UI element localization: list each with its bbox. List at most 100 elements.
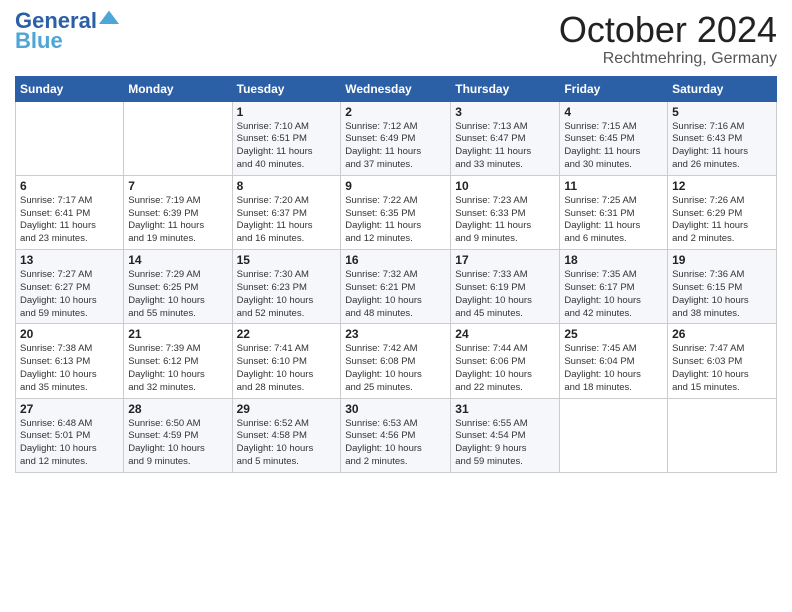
day-info: Sunrise: 7:35 AM Sunset: 6:17 PM Dayligh… (564, 269, 663, 320)
day-number: 17 (455, 253, 555, 267)
day-info: Sunrise: 7:17 AM Sunset: 6:41 PM Dayligh… (20, 195, 119, 246)
day-info: Sunrise: 7:39 AM Sunset: 6:12 PM Dayligh… (128, 343, 227, 394)
day-number: 23 (345, 327, 446, 341)
day-cell (16, 101, 124, 175)
col-monday: Monday (124, 76, 232, 101)
calendar-table: Sunday Monday Tuesday Wednesday Thursday… (15, 76, 777, 473)
day-info: Sunrise: 7:47 AM Sunset: 6:03 PM Dayligh… (672, 343, 772, 394)
day-cell: 12 Sunrise: 7:26 AM Sunset: 6:29 PM Dayli… (668, 175, 777, 249)
day-info: Sunrise: 7:12 AM Sunset: 6:49 PM Dayligh… (345, 121, 446, 172)
title-area: October 2024 Rechtmehring, Germany (559, 10, 777, 68)
day-cell: 1 Sunrise: 7:10 AM Sunset: 6:51 PM Daylig… (232, 101, 341, 175)
day-info: Sunrise: 7:36 AM Sunset: 6:15 PM Dayligh… (672, 269, 772, 320)
day-cell: 8Sunrise: 7:20 AM Sunset: 6:37 PM Daylig… (232, 175, 341, 249)
day-cell: 11 Sunrise: 7:25 AM Sunset: 6:31 PM Dayli… (560, 175, 668, 249)
day-info: Sunrise: 6:50 AM Sunset: 4:59 PM Dayligh… (128, 418, 227, 469)
col-saturday: Saturday (668, 76, 777, 101)
day-number: 16 (345, 253, 446, 267)
day-cell: 29 Sunrise: 6:52 AM Sunset: 4:58 PM Dayli… (232, 398, 341, 472)
col-thursday: Thursday (451, 76, 560, 101)
day-cell: 15Sunrise: 7:30 AM Sunset: 6:23 PM Dayli… (232, 250, 341, 324)
day-info: Sunrise: 6:48 AM Sunset: 5:01 PM Dayligh… (20, 418, 119, 469)
week-row-4: 20Sunrise: 7:38 AM Sunset: 6:13 PM Dayli… (16, 324, 777, 398)
day-cell: 9 Sunrise: 7:22 AM Sunset: 6:35 PM Daylig… (341, 175, 451, 249)
day-number: 10 (455, 179, 555, 193)
day-number: 3 (455, 105, 555, 119)
col-friday: Friday (560, 76, 668, 101)
day-cell: 10Sunrise: 7:23 AM Sunset: 6:33 PM Dayli… (451, 175, 560, 249)
day-info: Sunrise: 7:44 AM Sunset: 6:06 PM Dayligh… (455, 343, 555, 394)
header-row: Sunday Monday Tuesday Wednesday Thursday… (16, 76, 777, 101)
day-cell: 22 Sunrise: 7:41 AM Sunset: 6:10 PM Dayli… (232, 324, 341, 398)
day-cell: 23 Sunrise: 7:42 AM Sunset: 6:08 PM Dayli… (341, 324, 451, 398)
day-number: 19 (672, 253, 772, 267)
day-number: 20 (20, 327, 119, 341)
day-info: Sunrise: 7:15 AM Sunset: 6:45 PM Dayligh… (564, 121, 663, 172)
day-number: 1 (237, 105, 337, 119)
day-info: Sunrise: 7:30 AM Sunset: 6:23 PM Dayligh… (237, 269, 337, 320)
day-info: Sunrise: 7:13 AM Sunset: 6:47 PM Dayligh… (455, 121, 555, 172)
logo-icon (99, 9, 119, 29)
day-cell: 20Sunrise: 7:38 AM Sunset: 6:13 PM Dayli… (16, 324, 124, 398)
day-info: Sunrise: 7:19 AM Sunset: 6:39 PM Dayligh… (128, 195, 227, 246)
day-cell (560, 398, 668, 472)
day-number: 13 (20, 253, 119, 267)
day-cell: 30Sunrise: 6:53 AM Sunset: 4:56 PM Dayli… (341, 398, 451, 472)
day-info: Sunrise: 7:26 AM Sunset: 6:29 PM Dayligh… (672, 195, 772, 246)
day-info: Sunrise: 7:20 AM Sunset: 6:37 PM Dayligh… (237, 195, 337, 246)
day-number: 2 (345, 105, 446, 119)
day-cell: 13 Sunrise: 7:27 AM Sunset: 6:27 PM Dayli… (16, 250, 124, 324)
day-number: 22 (237, 327, 337, 341)
day-cell (124, 101, 232, 175)
page: General Blue October 2024 Rechtmehring, … (0, 0, 792, 612)
day-cell: 5Sunrise: 7:16 AM Sunset: 6:43 PM Daylig… (668, 101, 777, 175)
day-info: Sunrise: 7:25 AM Sunset: 6:31 PM Dayligh… (564, 195, 663, 246)
day-info: Sunrise: 7:42 AM Sunset: 6:08 PM Dayligh… (345, 343, 446, 394)
day-number: 12 (672, 179, 772, 193)
day-cell: 24 Sunrise: 7:44 AM Sunset: 6:06 PM Dayli… (451, 324, 560, 398)
week-row-3: 13 Sunrise: 7:27 AM Sunset: 6:27 PM Dayli… (16, 250, 777, 324)
day-info: Sunrise: 7:27 AM Sunset: 6:27 PM Dayligh… (20, 269, 119, 320)
day-cell: 31 Sunrise: 6:55 AM Sunset: 4:54 PM Dayli… (451, 398, 560, 472)
day-cell: 3 Sunrise: 7:13 AM Sunset: 6:47 PM Daylig… (451, 101, 560, 175)
day-cell: 25 Sunrise: 7:45 AM Sunset: 6:04 PM Dayli… (560, 324, 668, 398)
day-cell: 28 Sunrise: 6:50 AM Sunset: 4:59 PM Dayli… (124, 398, 232, 472)
day-cell: 4Sunrise: 7:15 AM Sunset: 6:45 PM Daylig… (560, 101, 668, 175)
day-info: Sunrise: 6:52 AM Sunset: 4:58 PM Dayligh… (237, 418, 337, 469)
day-cell: 6Sunrise: 7:17 AM Sunset: 6:41 PM Daylig… (16, 175, 124, 249)
calendar-subtitle: Rechtmehring, Germany (559, 50, 777, 68)
day-info: Sunrise: 7:32 AM Sunset: 6:21 PM Dayligh… (345, 269, 446, 320)
day-info: Sunrise: 6:55 AM Sunset: 4:54 PM Dayligh… (455, 418, 555, 469)
day-number: 26 (672, 327, 772, 341)
day-number: 29 (237, 402, 337, 416)
day-number: 31 (455, 402, 555, 416)
day-info: Sunrise: 7:22 AM Sunset: 6:35 PM Dayligh… (345, 195, 446, 246)
day-number: 7 (128, 179, 227, 193)
day-number: 24 (455, 327, 555, 341)
day-info: Sunrise: 7:45 AM Sunset: 6:04 PM Dayligh… (564, 343, 663, 394)
day-cell: 14 Sunrise: 7:29 AM Sunset: 6:25 PM Dayli… (124, 250, 232, 324)
day-number: 14 (128, 253, 227, 267)
day-cell: 7 Sunrise: 7:19 AM Sunset: 6:39 PM Daylig… (124, 175, 232, 249)
day-number: 11 (564, 179, 663, 193)
day-info: Sunrise: 7:29 AM Sunset: 6:25 PM Dayligh… (128, 269, 227, 320)
day-info: Sunrise: 7:41 AM Sunset: 6:10 PM Dayligh… (237, 343, 337, 394)
week-row-5: 27Sunrise: 6:48 AM Sunset: 5:01 PM Dayli… (16, 398, 777, 472)
day-cell: 2 Sunrise: 7:12 AM Sunset: 6:49 PM Daylig… (341, 101, 451, 175)
day-cell: 18 Sunrise: 7:35 AM Sunset: 6:17 PM Dayli… (560, 250, 668, 324)
day-info: Sunrise: 6:53 AM Sunset: 4:56 PM Dayligh… (345, 418, 446, 469)
logo: General Blue (15, 10, 119, 54)
day-cell: 26 Sunrise: 7:47 AM Sunset: 6:03 PM Dayli… (668, 324, 777, 398)
day-cell: 16 Sunrise: 7:32 AM Sunset: 6:21 PM Dayli… (341, 250, 451, 324)
day-info: Sunrise: 7:33 AM Sunset: 6:19 PM Dayligh… (455, 269, 555, 320)
week-row-2: 6Sunrise: 7:17 AM Sunset: 6:41 PM Daylig… (16, 175, 777, 249)
day-cell (668, 398, 777, 472)
day-number: 9 (345, 179, 446, 193)
col-sunday: Sunday (16, 76, 124, 101)
day-number: 25 (564, 327, 663, 341)
day-info: Sunrise: 7:16 AM Sunset: 6:43 PM Dayligh… (672, 121, 772, 172)
day-number: 28 (128, 402, 227, 416)
day-number: 18 (564, 253, 663, 267)
day-info: Sunrise: 7:10 AM Sunset: 6:51 PM Dayligh… (237, 121, 337, 172)
col-wednesday: Wednesday (341, 76, 451, 101)
